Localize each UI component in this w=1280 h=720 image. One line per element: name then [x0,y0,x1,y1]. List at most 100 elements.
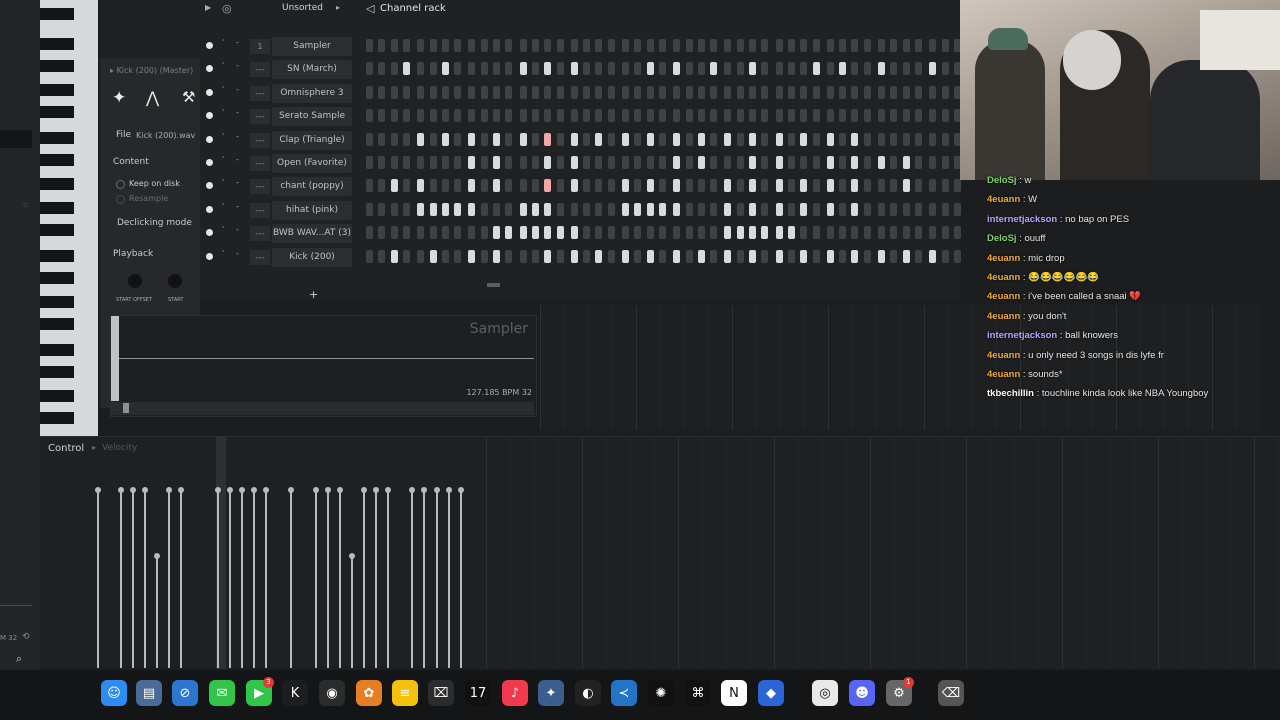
piano-black-key[interactable] [40,390,74,402]
step-button[interactable] [378,203,386,216]
step-button[interactable] [800,133,808,146]
step-button[interactable] [583,226,591,239]
step-button[interactable] [493,86,500,99]
step-button[interactable] [441,179,449,192]
step-button[interactable] [505,179,513,192]
step-button[interactable] [941,86,949,99]
velocity-lever[interactable] [263,487,269,668]
step-button[interactable] [878,156,885,169]
step-button[interactable] [646,156,654,169]
step-button[interactable] [724,133,732,146]
step-button[interactable] [863,203,871,216]
step-button[interactable] [800,62,808,75]
step-button[interactable] [402,133,410,146]
chat-username[interactable]: 4euann [987,194,1020,205]
step-button[interactable] [390,156,398,169]
step-button[interactable] [800,226,808,239]
velocity-lever[interactable] [95,487,101,668]
step-button[interactable] [646,203,654,216]
step-button[interactable] [851,179,859,192]
step-button[interactable] [736,203,744,216]
step-button[interactable] [851,109,859,122]
step-button[interactable] [902,133,910,146]
step-button[interactable] [493,109,500,122]
step-button[interactable] [863,250,871,263]
tradingview-icon[interactable]: 17 [465,680,491,706]
step-button[interactable] [634,250,642,263]
velocity-lever[interactable] [239,487,245,668]
step-button[interactable] [646,226,654,239]
step-button[interactable] [685,226,693,239]
chat-username[interactable]: 4euann [987,369,1020,380]
step-button[interactable] [480,62,488,75]
velocity-lever[interactable] [154,553,160,668]
chat-username[interactable]: DeloSj [987,233,1017,244]
step-button[interactable] [658,39,666,52]
step-button[interactable] [812,133,820,146]
velocity-lever-cap[interactable] [337,487,343,493]
step-button[interactable] [890,250,898,263]
step-button[interactable] [941,156,949,169]
step-button[interactable] [468,179,476,192]
step-button[interactable] [468,133,476,146]
step-button[interactable] [468,250,476,263]
step-button[interactable] [583,179,591,192]
step-button[interactable] [749,62,756,75]
step-button[interactable] [556,203,564,216]
step-button[interactable] [673,133,681,146]
step-button[interactable] [800,156,808,169]
channel-mute-led[interactable] [206,229,213,236]
step-button[interactable] [519,109,527,122]
step-button[interactable] [826,250,834,263]
step-button[interactable] [929,133,937,146]
velocity-lever[interactable] [118,487,124,668]
step-button[interactable] [697,109,705,122]
step-button[interactable] [634,179,642,192]
step-button[interactable] [480,250,488,263]
velocity-lever[interactable] [313,487,319,668]
step-button[interactable] [929,179,937,192]
step-button[interactable] [839,62,847,75]
step-button[interactable] [914,39,922,52]
step-button[interactable] [378,39,386,52]
step-button[interactable] [556,226,564,239]
step-button[interactable] [441,39,449,52]
step-button[interactable] [390,39,398,52]
step-button[interactable] [839,133,847,146]
step-button[interactable] [378,62,386,75]
step-button[interactable] [646,62,654,75]
channel-pan-knob[interactable]: ˈ [222,85,224,94]
piano-black-key[interactable] [40,60,74,72]
step-button[interactable] [724,203,732,216]
step-button[interactable] [761,133,769,146]
step-button[interactable] [634,133,642,146]
step-button[interactable] [863,156,871,169]
chat-username[interactable]: 4euann [987,291,1020,302]
step-button[interactable] [378,109,386,122]
waveform-tool-icon[interactable]: ✦ [112,88,126,108]
step-button[interactable] [812,86,820,99]
step-button[interactable] [595,62,603,75]
step-button[interactable] [761,39,769,52]
step-button[interactable] [544,133,552,146]
step-button[interactable] [505,226,513,239]
step-button[interactable] [505,109,513,122]
step-button[interactable] [468,62,476,75]
step-button[interactable] [851,39,859,52]
files-icon[interactable]: ▤ [136,680,162,706]
wave-scroll-thumb[interactable] [123,403,129,413]
step-button[interactable] [878,203,885,216]
step-button[interactable] [454,203,462,216]
step-button[interactable] [556,39,564,52]
step-button[interactable] [646,109,654,122]
step-button[interactable] [902,250,910,263]
step-button[interactable] [429,226,437,239]
step-button[interactable] [531,133,539,146]
step-button[interactable] [826,133,834,146]
fl-studio-icon[interactable]: ✿ [356,680,382,706]
step-button[interactable] [710,86,718,99]
step-button[interactable] [417,39,425,52]
step-button[interactable] [441,250,449,263]
channel-pan-knob[interactable]: ˈ [222,132,224,141]
step-button[interactable] [941,203,949,216]
